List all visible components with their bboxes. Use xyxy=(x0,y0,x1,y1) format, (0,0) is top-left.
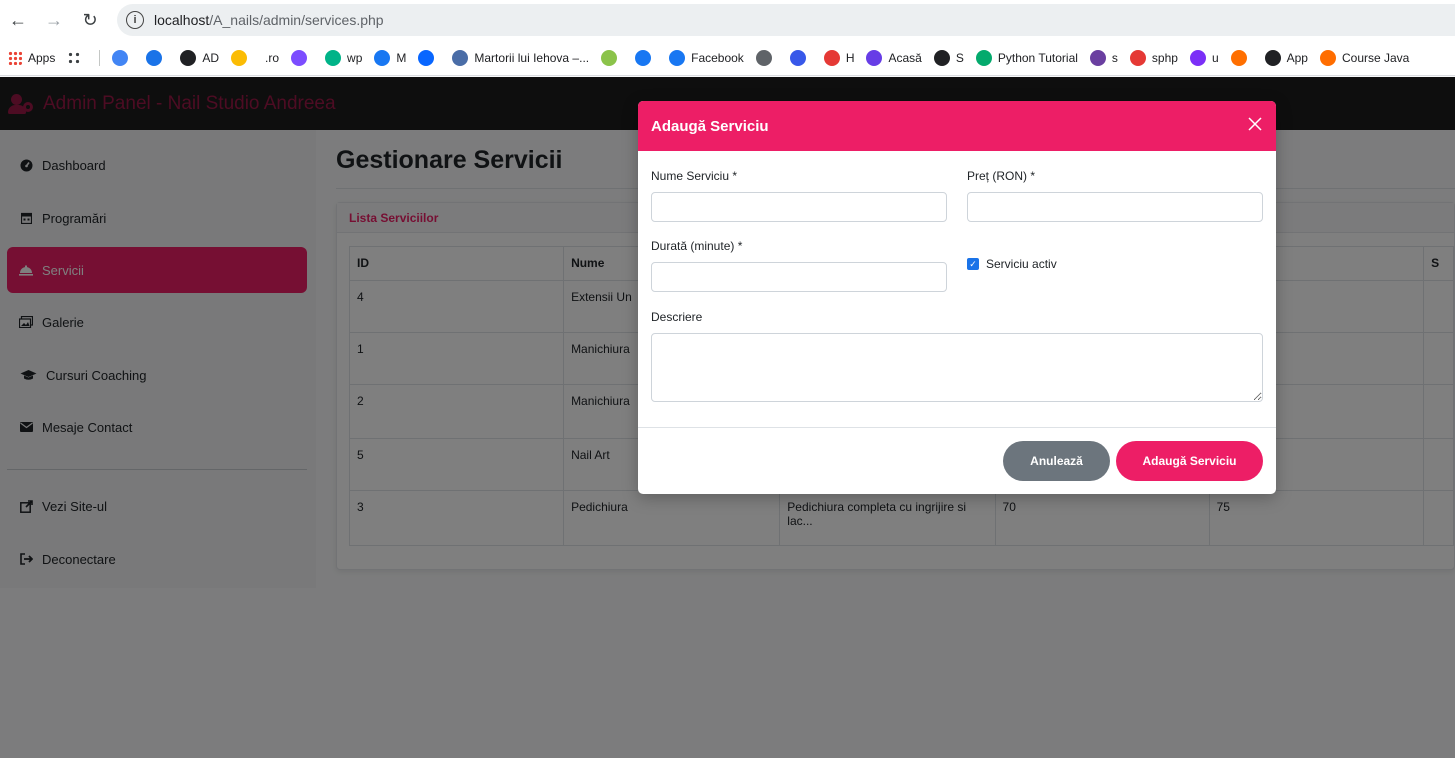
bookmark-item[interactable]: AD xyxy=(180,49,220,66)
duration-input[interactable] xyxy=(651,262,947,292)
bookmark-label: u xyxy=(1211,50,1219,65)
course-icon xyxy=(1319,49,1336,66)
bookmark-item[interactable]: u xyxy=(1189,49,1219,66)
bookmark-item[interactable] xyxy=(112,49,134,66)
bookmark-item[interactable] xyxy=(231,49,253,66)
bookmark-label: Facebook xyxy=(691,50,744,65)
app-icon xyxy=(1264,49,1281,66)
globe-icon xyxy=(933,49,950,66)
bug-icon xyxy=(755,49,772,66)
description-label: Descriere xyxy=(651,310,703,324)
facebook-icon xyxy=(669,49,686,66)
w3-icon xyxy=(975,49,992,66)
bookmark-item[interactable]: Python Tutorial xyxy=(975,49,1078,66)
add-service-modal: Adaugă Serviciu Nume Serviciu * Preț (RO… xyxy=(638,101,1276,494)
bookmark-item[interactable] xyxy=(1230,49,1253,66)
bookmark-item[interactable] xyxy=(635,49,657,66)
bookmark-item[interactable] xyxy=(418,49,440,66)
bookmark-label: wp xyxy=(347,50,363,65)
c-icon xyxy=(146,49,163,66)
bookmark-item[interactable] xyxy=(789,49,812,66)
s-icon xyxy=(1089,49,1106,66)
bookmark-label: Martorii lui Iehova –... xyxy=(474,50,590,65)
bookmark-label: App xyxy=(1286,50,1308,65)
globe-icon xyxy=(180,49,197,66)
browser-toolbar: ← → ↻ i localhost/A_nails/admin/services… xyxy=(0,0,1455,40)
bookmark-item[interactable] xyxy=(146,49,168,66)
modal-title: Adaugă Serviciu xyxy=(651,117,769,135)
u-icon xyxy=(1189,49,1206,66)
bookmark-item[interactable]: s xyxy=(1089,49,1118,66)
ads-icon xyxy=(231,49,248,66)
circle-icon xyxy=(601,49,618,66)
hostinger-icon xyxy=(866,49,883,66)
sphp-icon xyxy=(1129,49,1146,66)
multi-icon xyxy=(1230,49,1247,66)
modal-footer-divider xyxy=(638,427,1276,428)
active-checkbox-label[interactable]: Serviciu activ xyxy=(986,257,1057,271)
bookmark-label: H xyxy=(845,50,855,65)
active-checkbox[interactable]: ✓ xyxy=(967,258,979,270)
bookmark-item[interactable]: App xyxy=(1264,49,1308,66)
bookmarks-bar: Apps AD .ro wp M Martorii lui Iehova –... Face… xyxy=(0,40,1455,76)
bookmark-item[interactable]: Acasă xyxy=(866,49,922,66)
bookmark-label: s xyxy=(1111,50,1118,65)
back-arrow-icon[interactable]: ← xyxy=(6,8,30,32)
apps-grid-icon xyxy=(8,50,22,65)
bookmark-item[interactable] xyxy=(291,49,313,66)
bookmark-item[interactable] xyxy=(67,50,87,65)
bookmark-item[interactable]: wp xyxy=(325,49,363,66)
service-name-input[interactable] xyxy=(651,192,947,222)
c-circle-icon xyxy=(291,49,308,66)
price-label: Preț (RON) * xyxy=(967,169,1036,183)
url-host: localhost xyxy=(154,12,210,28)
jw-icon xyxy=(452,49,469,66)
close-icon[interactable] xyxy=(1246,116,1264,134)
wp-icon xyxy=(325,49,342,66)
bookmark-label: Acasă xyxy=(888,50,922,65)
url-text[interactable]: localhost/A_nails/admin/services.php xyxy=(154,12,384,28)
bookmark-item[interactable]: H xyxy=(823,49,855,66)
grid-icon xyxy=(67,50,82,65)
description-textarea[interactable] xyxy=(651,333,1263,402)
google-icon xyxy=(112,49,129,66)
wordpress-icon xyxy=(789,49,806,66)
meta-icon xyxy=(418,49,435,66)
duration-label: Durată (minute) * xyxy=(651,239,743,253)
bookmark-label: S xyxy=(955,50,964,65)
modal-header: Adaugă Serviciu xyxy=(638,101,1276,151)
cancel-button[interactable]: Anulează xyxy=(1003,441,1110,481)
bookmark-item[interactable]: Facebook xyxy=(669,49,744,66)
bookmark-item[interactable]: Apps xyxy=(8,50,56,65)
bookmarks-separator xyxy=(99,49,101,66)
facebook-icon xyxy=(635,49,652,66)
bookmark-item[interactable]: Martorii lui Iehova –... xyxy=(452,49,590,66)
bookmark-item[interactable]: .ro xyxy=(265,51,279,65)
facebook-icon xyxy=(374,49,391,66)
price-input[interactable] xyxy=(967,192,1263,222)
bookmark-item[interactable] xyxy=(601,49,623,66)
address-bar[interactable]: i localhost/A_nails/admin/services.php xyxy=(117,4,1455,36)
bookmark-label: sphp xyxy=(1151,50,1178,65)
h-icon xyxy=(823,49,840,66)
forward-arrow-icon[interactable]: → xyxy=(42,8,66,32)
bookmark-label: Python Tutorial xyxy=(997,50,1078,65)
url-path: /A_nails/admin/services.php xyxy=(209,12,384,28)
bookmark-label: M xyxy=(396,50,407,65)
service-name-label: Nume Serviciu * xyxy=(651,169,738,183)
site-info-icon[interactable]: i xyxy=(126,11,144,29)
bookmark-item[interactable] xyxy=(755,49,778,66)
bookmark-label: Apps xyxy=(28,50,56,65)
bookmark-label: .ro xyxy=(265,50,280,65)
bookmark-item[interactable]: M xyxy=(374,49,407,66)
bookmark-label: Course Java xyxy=(1341,50,1410,65)
bookmark-label: AD xyxy=(202,50,220,65)
bookmark-item[interactable]: S xyxy=(933,49,964,66)
bookmark-item[interactable]: sphp xyxy=(1129,49,1178,66)
add-service-button[interactable]: Adaugă Serviciu xyxy=(1116,441,1263,481)
bookmark-item[interactable]: Course Java xyxy=(1319,49,1410,66)
reload-icon[interactable]: ↻ xyxy=(78,8,102,32)
